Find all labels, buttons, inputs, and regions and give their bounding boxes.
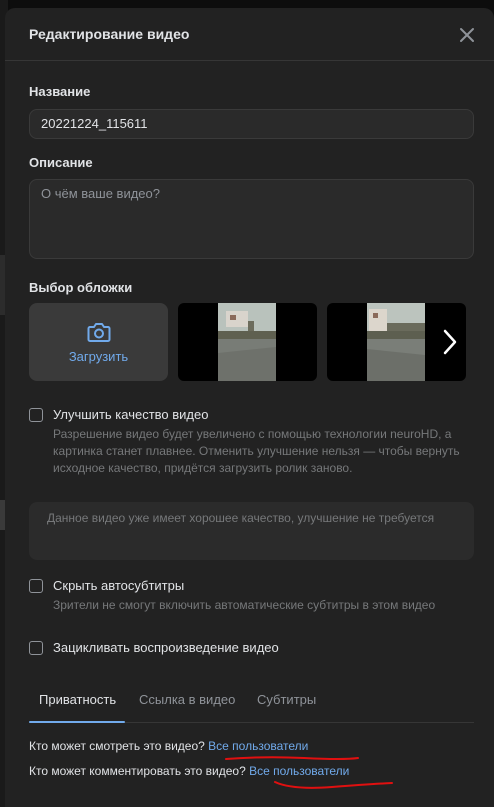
enhance-quality-title: Улучшить качество видео — [53, 407, 209, 422]
view-privacy-row: Кто может смотреть это видео? Все пользо… — [29, 739, 308, 753]
tab-subtitles[interactable]: Субтитры — [257, 692, 316, 707]
settings-tabs: Приватность Ссылка в видео Субтитры — [29, 680, 474, 723]
enhance-quality-option: Улучшить качество видео Разрешение видео… — [29, 407, 473, 477]
thumbnail-frame — [218, 303, 276, 381]
modal-title: Редактирование видео — [29, 26, 190, 42]
hide-subtitles-title: Скрыть автосубтитры — [53, 578, 185, 593]
chevron-right-icon[interactable] — [438, 325, 462, 359]
enhance-quality-description: Разрешение видео будет увеличено с помощ… — [53, 427, 460, 475]
hide-subtitles-option: Скрыть автосубтитры Зрители не смогут вк… — [29, 578, 473, 614]
close-icon[interactable] — [456, 24, 478, 46]
cover-selector: Загрузить — [29, 303, 494, 381]
comment-privacy-link[interactable]: Все пользователи — [249, 764, 349, 778]
description-textarea[interactable]: О чём ваше видео? — [29, 179, 474, 259]
active-tab-indicator — [29, 721, 125, 723]
modal-header: Редактирование видео — [5, 8, 494, 61]
name-label: Название — [29, 84, 91, 99]
tab-privacy[interactable]: Приватность — [39, 692, 116, 707]
upload-cover-label: Загрузить — [68, 348, 129, 364]
hide-subtitles-description: Зрители не смогут включить автоматически… — [53, 598, 436, 612]
hide-subtitles-checkbox[interactable] — [29, 579, 43, 593]
comment-privacy-row: Кто может комментировать это видео? Все … — [29, 764, 349, 778]
view-privacy-link[interactable]: Все пользователи — [208, 739, 308, 753]
name-input[interactable]: 20221224_115611 — [29, 109, 474, 139]
thumbnail-frame — [367, 303, 425, 381]
view-privacy-question: Кто может смотреть это видео? — [29, 739, 205, 753]
comment-privacy-question: Кто может комментировать это видео? — [29, 764, 246, 778]
upload-cover-button[interactable]: Загрузить — [29, 303, 168, 381]
loop-video-checkbox[interactable] — [29, 641, 43, 655]
loop-video-title: Зацикливать воспроизведение видео — [53, 640, 279, 655]
loop-video-option: Зацикливать воспроизведение видео — [29, 640, 279, 656]
camera-icon — [87, 322, 110, 342]
cover-thumbnail-1[interactable] — [178, 303, 317, 381]
cover-label: Выбор обложки — [29, 280, 133, 295]
description-label: Описание — [29, 155, 93, 170]
enhance-quality-checkbox[interactable] — [29, 408, 43, 422]
cover-thumbnail-2[interactable] — [327, 303, 466, 381]
enhance-info-box: Данное видео уже имеет хорошее качество,… — [29, 502, 474, 560]
tab-video-link[interactable]: Ссылка в видео — [139, 692, 235, 707]
